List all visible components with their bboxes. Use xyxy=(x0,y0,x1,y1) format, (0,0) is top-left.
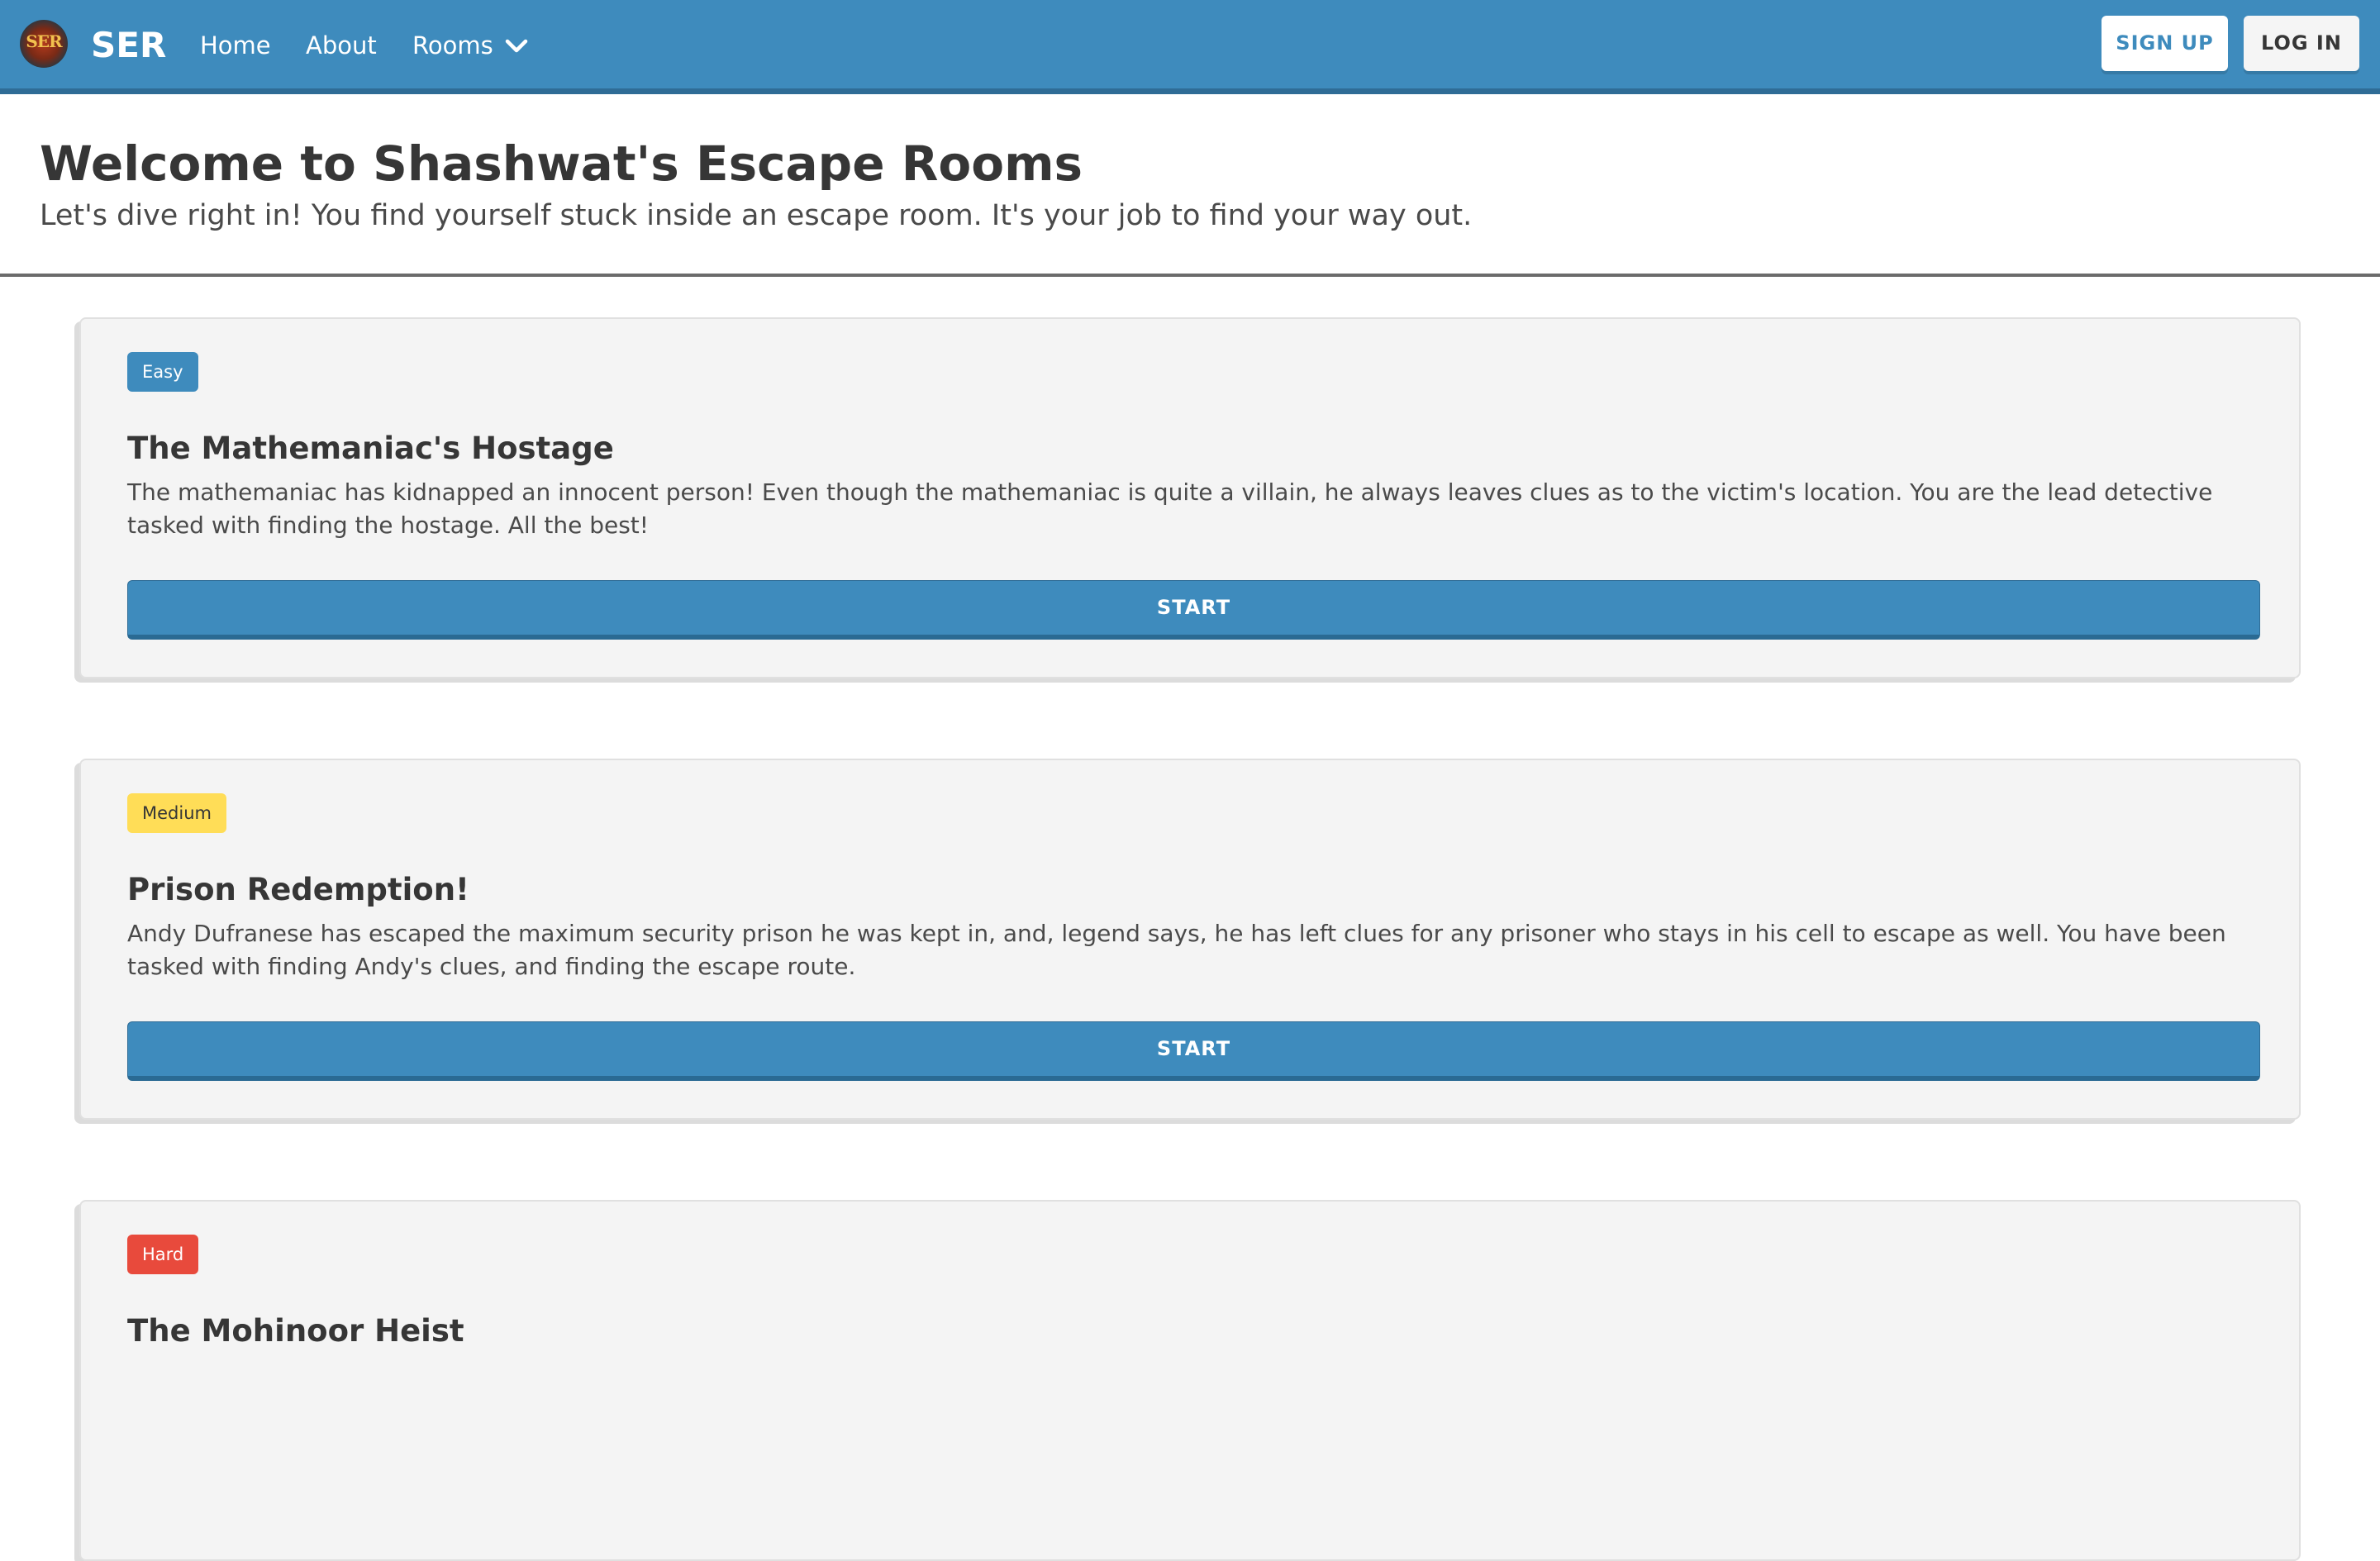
divider xyxy=(0,274,2380,277)
room-card-mohinoor-heist: Hard The Mohinoor Heist xyxy=(79,1200,2301,1561)
difficulty-tag-hard: Hard xyxy=(127,1235,199,1274)
room-title: The Mohinoor Heist xyxy=(127,1313,464,1349)
room-card-prison-redemption: Medium Prison Redemption! Andy Dufranese… xyxy=(79,759,2301,1120)
page-title: Welcome to Shashwat's Escape Rooms xyxy=(40,136,1083,192)
login-button[interactable]: LOG IN xyxy=(2244,16,2359,71)
difficulty-tag-medium: Medium xyxy=(127,793,226,833)
nav-link-home[interactable]: Home xyxy=(200,30,271,61)
difficulty-tag-easy: Easy xyxy=(127,352,198,392)
start-button[interactable]: START xyxy=(127,1021,2260,1081)
logo-text: SER xyxy=(26,31,62,51)
nav-link-about[interactable]: About xyxy=(306,30,377,61)
brand-name[interactable]: SER xyxy=(91,22,166,69)
signup-button[interactable]: SIGN UP xyxy=(2102,16,2228,71)
navbar: SER SER Home About Rooms SIGN UP LOG IN xyxy=(0,0,2380,94)
room-description: Andy Dufranese has escaped the maximum s… xyxy=(127,920,2226,980)
logo[interactable]: SER xyxy=(20,20,68,68)
page-subtitle: Let's dive right in! You find yourself s… xyxy=(40,199,1473,232)
room-title: The Mathemaniac's Hostage xyxy=(127,431,614,466)
room-card-mathemaniac: Easy The Mathemaniac's Hostage The mathe… xyxy=(79,317,2301,678)
chevron-down-icon[interactable] xyxy=(504,36,529,56)
nav-link-rooms[interactable]: Rooms xyxy=(412,30,493,61)
room-description: The mathemaniac has kidnapped an innocen… xyxy=(127,478,2213,539)
room-title: Prison Redemption! xyxy=(127,872,469,907)
start-button[interactable]: START xyxy=(127,580,2260,640)
